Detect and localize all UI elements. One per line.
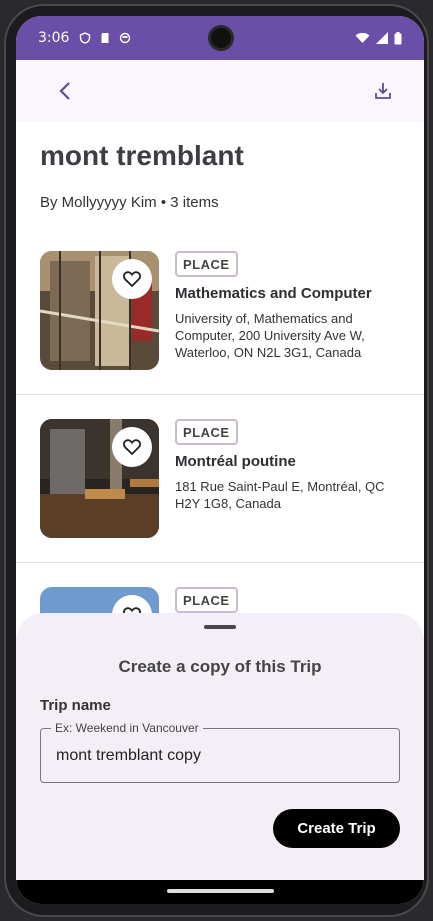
- app-screen: 3:06 mont tremblant By Mollyyyyy Kim • 3…: [16, 16, 424, 904]
- status-time: 3:06: [38, 30, 70, 46]
- front-camera: [208, 25, 234, 51]
- place-badge: PLACE: [175, 587, 238, 613]
- shield-icon: [80, 32, 91, 44]
- trip-content: mont tremblant By Mollyyyyy Kim • 3 item…: [16, 122, 424, 211]
- back-arrow-icon: [59, 82, 70, 100]
- place-photo: [40, 419, 159, 538]
- system-nav-bar: [16, 880, 424, 904]
- download-icon: [375, 83, 391, 99]
- trip-name-label: Trip name: [40, 697, 111, 714]
- list-item[interactable]: PLACE Montréal poutine 181 Rue Saint-Pau…: [16, 395, 424, 563]
- signal-icon: [376, 32, 388, 44]
- heart-outline-icon: [123, 439, 141, 455]
- trip-name-hint: Ex: Weekend in Vancouver: [51, 721, 203, 735]
- favorite-button[interactable]: [112, 427, 152, 467]
- place-badge: PLACE: [175, 419, 238, 445]
- home-gesture-handle[interactable]: [167, 889, 274, 893]
- place-address: 181 Rue Saint-Paul E, Montréal, QC H2Y 1…: [175, 479, 385, 511]
- place-name: Montréal poutine: [175, 453, 296, 470]
- top-app-bar: [16, 60, 424, 122]
- download-button[interactable]: [370, 78, 396, 104]
- place-badge: PLACE: [175, 251, 238, 277]
- wifi-icon: [355, 32, 370, 43]
- copy-trip-sheet: Create a copy of this Trip Trip name Ex:…: [16, 613, 424, 883]
- place-photo: [40, 251, 159, 370]
- place-address: University of, Mathematics and Computer,…: [175, 311, 365, 360]
- trip-name-field[interactable]: Ex: Weekend in Vancouver: [40, 721, 400, 783]
- sd-card-icon: [101, 33, 109, 43]
- list-item[interactable]: PLACE Mathematics and Computer Universit…: [16, 227, 424, 395]
- place-name: Mathematics and Computer: [175, 285, 372, 302]
- trip-name-input[interactable]: [56, 747, 386, 765]
- favorite-button[interactable]: [112, 259, 152, 299]
- create-trip-button[interactable]: Create Trip: [273, 809, 400, 848]
- back-button[interactable]: [52, 78, 78, 104]
- sheet-title: Create a copy of this Trip: [118, 657, 322, 676]
- status-system-icons: [355, 31, 402, 45]
- trip-byline: By Mollyyyyy Kim • 3 items: [40, 194, 219, 211]
- status-notification-icons: [79, 32, 131, 44]
- battery-icon: [394, 31, 402, 44]
- heart-outline-icon: [123, 271, 141, 287]
- sheet-drag-handle[interactable]: [204, 625, 236, 629]
- face-icon: [120, 32, 131, 44]
- trip-title: mont tremblant: [40, 140, 244, 171]
